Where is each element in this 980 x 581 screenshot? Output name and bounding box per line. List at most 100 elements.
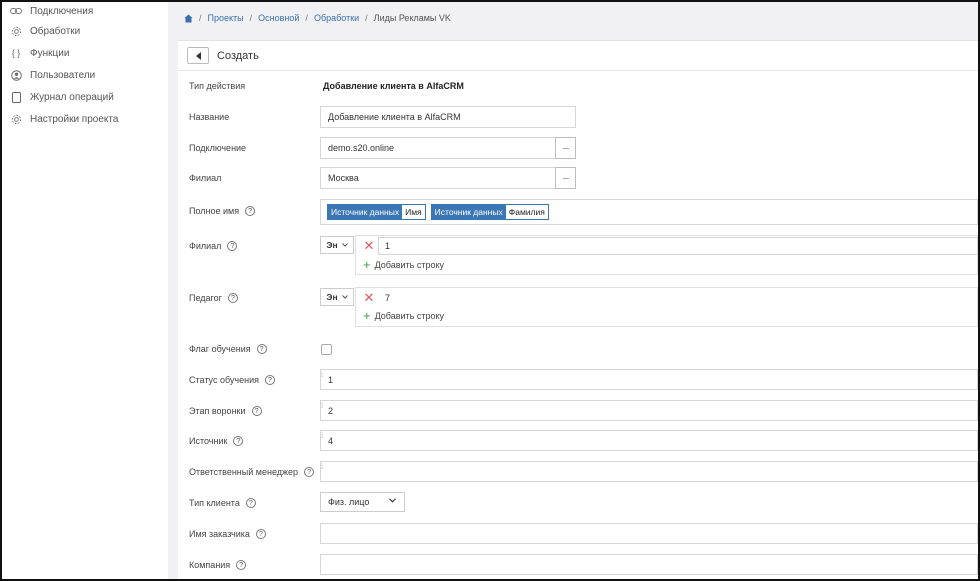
help-icon[interactable]: ? bbox=[255, 529, 266, 539]
help-icon[interactable]: ? bbox=[251, 406, 262, 416]
breadcrumb: / Проекты / Основной / Обработки / Лиды … bbox=[184, 11, 451, 25]
sidebar: Подключения Обработки { } Функции Пользо… bbox=[2, 2, 168, 579]
settings-icon bbox=[10, 113, 22, 125]
study-flag-label: Флаг обучения ? bbox=[189, 342, 267, 356]
sidebar-item-journal[interactable]: Журнал операций bbox=[10, 88, 114, 106]
breadcrumb-current: Лиды Рекламы VK bbox=[373, 13, 451, 23]
company-label: Компания ? bbox=[189, 558, 247, 572]
full-name-label: Полное имя ? bbox=[189, 204, 256, 218]
mode-value: Эн bbox=[326, 292, 338, 302]
client-type-select[interactable]: Физ. лицо bbox=[320, 492, 405, 512]
add-row-button[interactable]: + Добавить строку bbox=[363, 309, 444, 322]
study-status-input[interactable]: ⁞ 1 bbox=[320, 369, 978, 390]
main-area: / Проекты / Основной / Обработки / Лиды … bbox=[168, 2, 978, 579]
chevron-down-icon bbox=[389, 498, 396, 503]
connection-label: Подключение bbox=[189, 143, 247, 153]
branch-row-input[interactable]: 1 bbox=[378, 237, 978, 255]
study-status-label-text: Статус обучения bbox=[189, 375, 259, 385]
breadcrumb-separator: / bbox=[249, 13, 253, 23]
study-flag-checkbox[interactable] bbox=[321, 344, 332, 355]
breadcrumb-link-main[interactable]: Основной bbox=[258, 13, 299, 23]
action-type-label: Тип действия bbox=[189, 81, 246, 91]
sidebar-item-label: Подключения bbox=[30, 5, 94, 17]
name-input[interactable]: Добавление клиента в AlfaCRM bbox=[320, 106, 576, 128]
customer-name-label: Имя заказчика ? bbox=[189, 527, 266, 541]
help-icon[interactable]: ? bbox=[245, 498, 256, 508]
sidebar-item-label: Обработки bbox=[30, 25, 81, 37]
row-value: 1 bbox=[385, 241, 391, 251]
help-icon[interactable]: ? bbox=[236, 560, 247, 570]
breadcrumb-separator: / bbox=[365, 13, 368, 23]
source-input[interactable]: ⁞ 4 bbox=[320, 430, 978, 451]
connection-input[interactable]: demo.s20.online bbox=[320, 137, 556, 159]
company-input[interactable] bbox=[320, 554, 978, 575]
teacher-row-input[interactable]: 7 bbox=[378, 289, 978, 307]
connection-select-button[interactable]: ··· bbox=[555, 137, 576, 159]
teacher-list-rows: ✕ 7 + Добавить строку bbox=[355, 287, 978, 327]
form-card: Создать Тип действия Добавление клиента … bbox=[178, 40, 978, 579]
client-type-label-text: Тип клиента bbox=[189, 498, 240, 508]
teacher-mode-select[interactable]: Эн bbox=[320, 288, 354, 306]
home-icon[interactable] bbox=[184, 13, 193, 23]
delete-row-icon[interactable]: ✕ bbox=[362, 291, 376, 305]
study-status-value: 1 bbox=[328, 374, 334, 385]
action-type-value: Добавление клиента в AlfaCRM bbox=[323, 81, 464, 91]
branch-label: Филиал bbox=[189, 173, 222, 183]
data-source-tag[interactable]: Источник данных Фамилия bbox=[430, 204, 549, 220]
teacher-label: Педагог ? bbox=[189, 291, 238, 305]
page-title: Создать bbox=[217, 49, 259, 62]
sidebar-item-processing[interactable]: Обработки bbox=[10, 22, 80, 40]
sidebar-item-connections[interactable]: Подключения bbox=[10, 2, 93, 20]
breadcrumb-link-projects[interactable]: Проекты bbox=[208, 13, 244, 23]
help-icon[interactable]: ? bbox=[233, 436, 244, 446]
drag-handle-icon[interactable]: ⁞ bbox=[321, 433, 323, 440]
breadcrumb-separator: / bbox=[199, 13, 202, 23]
customer-name-label-text: Имя заказчика bbox=[189, 529, 250, 539]
branch-list-rows: ✕ 1 + Добавить строку bbox=[355, 235, 978, 275]
help-icon[interactable]: ? bbox=[245, 206, 256, 216]
company-label-text: Компания bbox=[189, 560, 231, 570]
branch-list-mode-select[interactable]: Эн bbox=[320, 236, 354, 254]
help-icon[interactable]: ? bbox=[264, 375, 275, 385]
branch-input-value: Москва bbox=[328, 173, 359, 183]
add-row-button[interactable]: + Добавить строку bbox=[363, 258, 444, 271]
breadcrumb-link-processing[interactable]: Обработки bbox=[314, 13, 359, 23]
client-type-label: Тип клиента ? bbox=[189, 496, 256, 510]
sidebar-item-functions[interactable]: { } Функции bbox=[10, 44, 70, 62]
back-button[interactable] bbox=[187, 47, 209, 64]
funnel-stage-label: Этап воронки ? bbox=[189, 404, 262, 418]
help-icon[interactable]: ? bbox=[227, 293, 238, 303]
braces-icon: { } bbox=[11, 48, 21, 58]
funnel-stage-value: 2 bbox=[328, 405, 334, 416]
help-icon[interactable]: ? bbox=[304, 467, 315, 477]
drag-handle-icon[interactable]: ⁞ bbox=[321, 403, 323, 410]
sidebar-item-label: Настройки проекта bbox=[30, 113, 119, 125]
plus-icon: + bbox=[363, 308, 371, 323]
manager-label-text: Ответственный менеджер bbox=[189, 467, 299, 477]
manager-input[interactable]: ⁞ bbox=[320, 461, 978, 482]
data-source-tag[interactable]: Источник данных Имя bbox=[327, 204, 426, 220]
source-label: Источник ? bbox=[189, 434, 244, 448]
full-name-input[interactable]: Источник данных Имя Источник данных Фами… bbox=[320, 199, 978, 225]
help-icon[interactable]: ? bbox=[256, 344, 267, 354]
user-icon bbox=[10, 69, 22, 81]
branch-list-label: Филиал ? bbox=[189, 239, 238, 253]
sidebar-item-label: Функции bbox=[30, 47, 70, 59]
manager-label: Ответственный менеджер ? bbox=[189, 465, 315, 479]
study-status-label: Статус обучения ? bbox=[189, 373, 275, 387]
delete-row-icon[interactable]: ✕ bbox=[362, 239, 376, 253]
breadcrumb-separator: / bbox=[305, 13, 308, 23]
sidebar-item-settings[interactable]: Настройки проекта bbox=[10, 110, 118, 128]
branch-input[interactable]: Москва bbox=[320, 167, 556, 189]
drag-handle-icon[interactable]: ⁞ bbox=[321, 372, 323, 379]
customer-name-input[interactable] bbox=[320, 523, 978, 544]
tag-field: Фамилия bbox=[505, 205, 548, 219]
sidebar-item-users[interactable]: Пользователи bbox=[10, 66, 95, 84]
help-icon[interactable]: ? bbox=[227, 241, 238, 251]
drag-handle-icon[interactable]: ⁞ bbox=[321, 464, 323, 471]
connection-input-value: demo.s20.online bbox=[328, 143, 395, 153]
funnel-stage-input[interactable]: ⁞ 2 bbox=[320, 400, 978, 421]
tag-source: Источник данных bbox=[431, 205, 506, 219]
branch-select-button[interactable]: ··· bbox=[555, 167, 576, 189]
sidebar-item-label: Пользователи bbox=[30, 69, 96, 81]
